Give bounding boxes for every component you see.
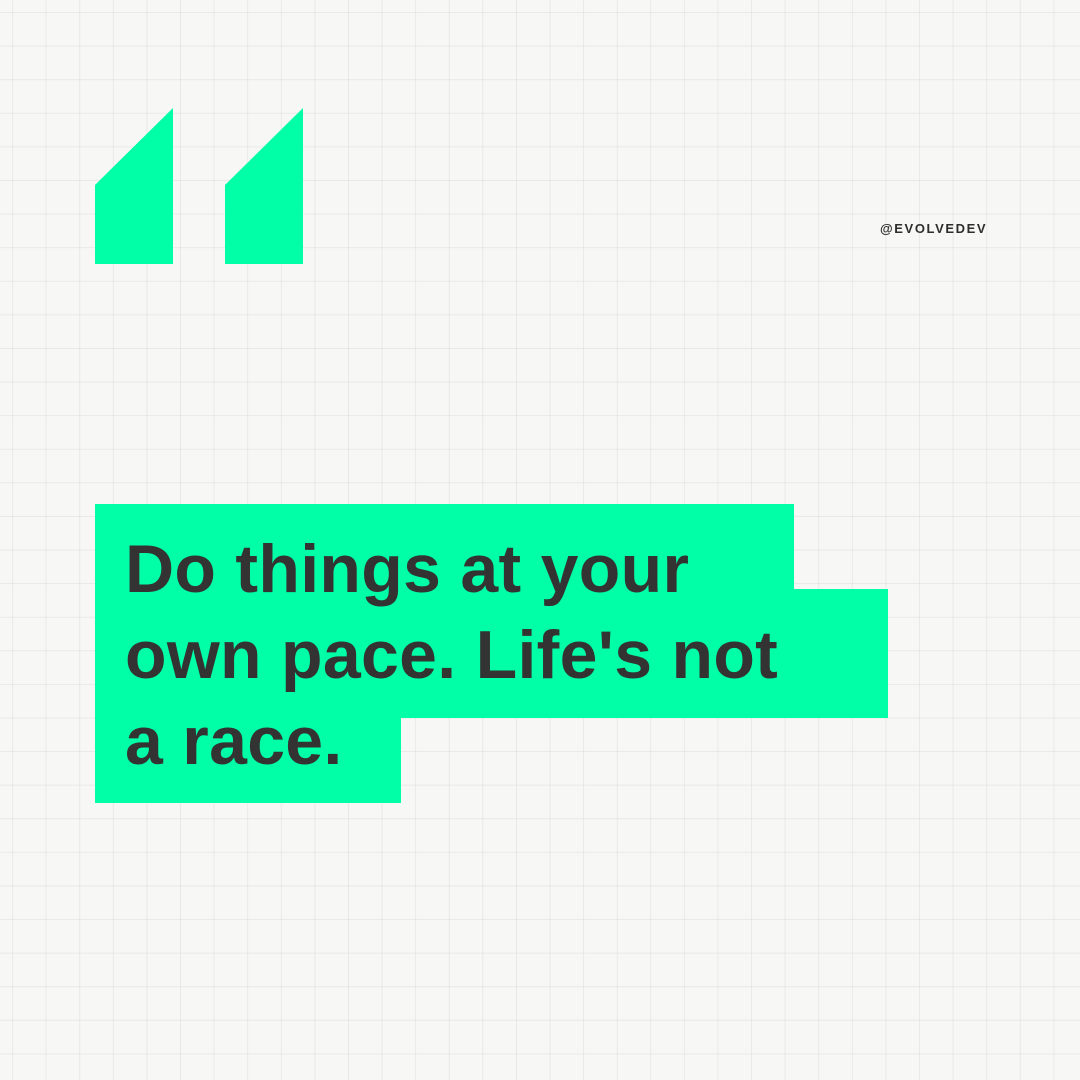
account-handle: @EVOLVEDEV	[880, 221, 988, 236]
quote-line-1: Do things at your	[125, 531, 690, 607]
quote-mark-right	[225, 108, 303, 264]
quote-mark-left	[95, 108, 173, 264]
opening-quote-icon	[95, 108, 303, 264]
quote-line-2: own pace. Life's not	[125, 617, 779, 693]
quote-line-3: a race.	[125, 703, 343, 779]
